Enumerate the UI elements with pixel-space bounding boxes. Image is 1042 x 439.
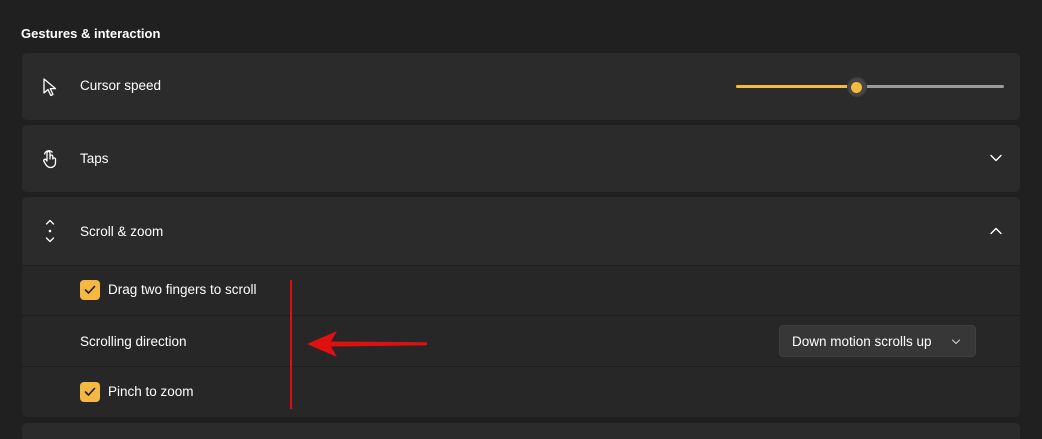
scrolling-direction-dropdown[interactable]: Down motion scrolls up <box>779 325 976 357</box>
section-title: Gestures & interaction <box>21 26 161 41</box>
scroll-zoom-card[interactable]: Scroll & zoom <box>22 197 1020 265</box>
cursor-speed-label: Cursor speed <box>80 78 162 93</box>
taps-label: Taps <box>80 151 109 166</box>
scroll-arrows-icon <box>40 219 60 243</box>
annotation-line <box>290 280 292 409</box>
divider <box>22 315 1020 316</box>
chevron-down-icon[interactable] <box>988 150 1004 166</box>
tap-hand-icon <box>40 149 60 169</box>
scroll-zoom-options: Drag two fingers to scroll Scrolling dir… <box>22 266 1020 417</box>
scroll-zoom-label: Scroll & zoom <box>80 224 164 239</box>
checkmark-icon <box>84 285 96 294</box>
taps-card[interactable]: Taps <box>22 125 1020 192</box>
chevron-down-icon <box>951 339 961 345</box>
pinch-to-zoom-checkbox[interactable] <box>80 382 100 402</box>
checkmark-icon <box>84 387 96 396</box>
divider <box>22 366 1020 367</box>
drag-two-fingers-checkbox[interactable] <box>80 280 100 300</box>
cursor-speed-slider[interactable] <box>736 77 1004 97</box>
drag-two-fingers-label: Drag two fingers to scroll <box>108 282 257 297</box>
settings-page: Gestures & interaction Cursor speed Taps <box>0 0 1042 439</box>
pinch-to-zoom-label: Pinch to zoom <box>108 384 194 399</box>
next-setting-card[interactable] <box>22 423 1020 439</box>
annotation-arrow-icon <box>307 331 427 357</box>
slider-thumb[interactable] <box>846 77 867 97</box>
cursor-arrow-icon <box>40 77 60 97</box>
scrolling-direction-label: Scrolling direction <box>80 334 187 349</box>
slider-fill <box>736 85 857 88</box>
cursor-speed-card: Cursor speed <box>22 53 1020 120</box>
scrolling-direction-value: Down motion scrolls up <box>792 333 932 349</box>
chevron-up-icon[interactable] <box>988 223 1004 239</box>
